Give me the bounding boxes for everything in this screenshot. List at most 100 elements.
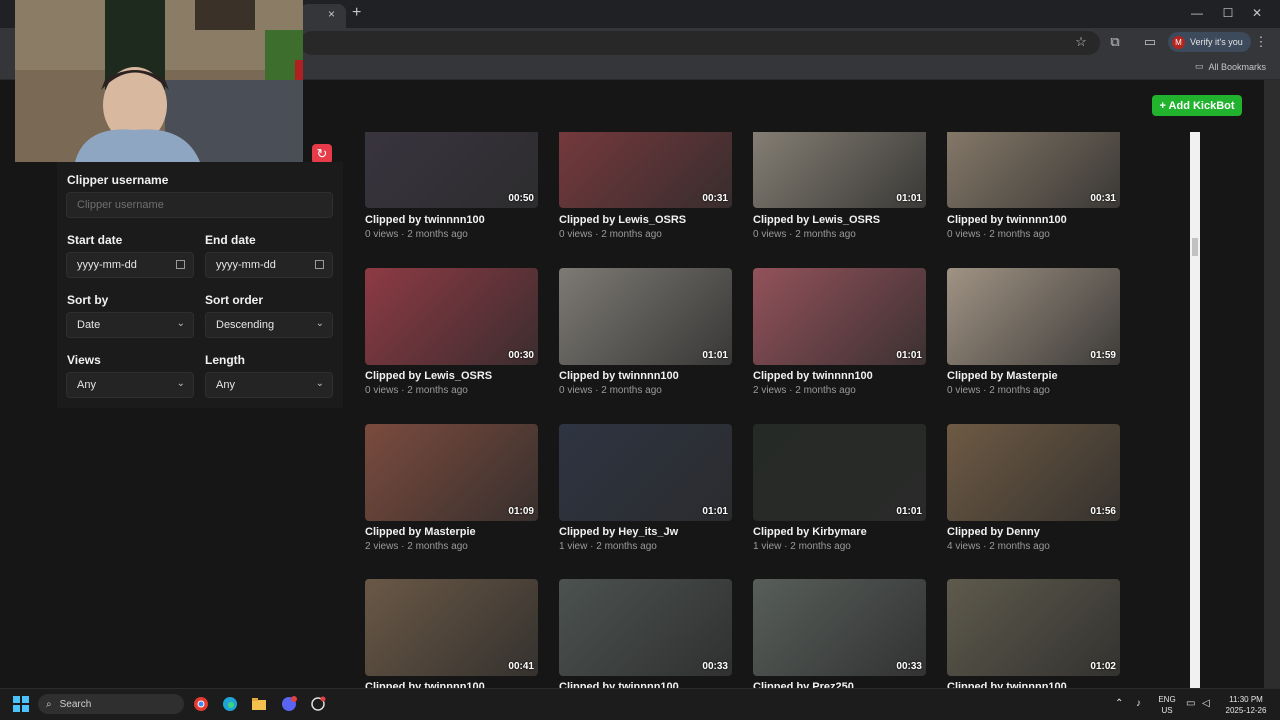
clip-meta: 0 views · 2 months ago [559,229,662,240]
folder-icon: ▭ [1194,61,1204,71]
clip-thumbnail[interactable]: 00:31 [947,132,1120,208]
clip-thumbnail[interactable]: 01:56 [947,424,1120,521]
sort-by-select[interactable]: Date ⌄ [66,312,194,338]
clip-title[interactable]: Clipped by twinnnn100 [753,370,873,382]
clip-thumbnail[interactable]: 01:01 [559,268,732,365]
start-date-input[interactable]: yyyy-mm-dd [66,252,194,278]
clip-thumbnail[interactable]: 01:01 [559,424,732,521]
clip-title[interactable]: Clipped by Kirbymare [753,526,867,538]
scrollbar-thumb[interactable] [1192,238,1198,256]
clock[interactable]: 11:30 PM 2025-12-26 [1222,694,1270,716]
clip-thumbnail[interactable]: 00:33 [753,579,926,676]
clip-title[interactable]: Clipped by Lewis_OSRS [559,214,686,226]
clip-meta: 0 views · 2 months ago [947,385,1050,396]
microphone-icon[interactable]: ♪ [1136,698,1141,709]
clip-card[interactable]: 01:09 Clipped by Masterpie 2 views · 2 mon… [365,424,538,554]
chevron-down-icon: ⌄ [176,318,185,329]
clip-duration: 00:30 [508,350,534,361]
clip-card[interactable]: 01:01 Clipped by Hey_its_Jw 1 view · 2 mon… [559,424,732,554]
clipper-username-input[interactable]: Clipper username [66,192,333,218]
menu-dots-icon[interactable]: ⋮ [1252,34,1270,50]
address-bar[interactable] [300,31,1100,55]
calendar-icon[interactable] [176,260,185,269]
clip-meta: 0 views · 2 months ago [365,385,468,396]
clip-title[interactable]: Clipped by Hey_its_Jw [559,526,678,538]
browser-tab[interactable] [300,4,346,28]
clip-title[interactable]: Clipped by Masterpie [365,526,476,538]
all-bookmarks-label: All Bookmarks [1208,61,1266,72]
clip-title[interactable]: Clipped by Prez250 [753,681,854,688]
clip-card[interactable]: 01:02 Clipped by twinnnn100 [947,579,1120,688]
clip-card[interactable]: 00:33 Clipped by twinnnn100 [559,579,732,688]
volume-icon[interactable]: ◁ [1202,698,1210,709]
extensions-icon[interactable]: ⧉ [1106,34,1124,50]
refresh-icon[interactable]: ↻ [312,144,332,164]
add-kickbot-button[interactable]: + Add KickBot [1152,95,1242,116]
clip-thumbnail[interactable]: 01:01 [753,268,926,365]
all-bookmarks-button[interactable]: ▭ All Bookmarks [1195,61,1266,72]
end-date-input[interactable]: yyyy-mm-dd [205,252,333,278]
clip-card[interactable]: 00:50 Clipped by twinnnn100 0 views · 2 mo… [365,132,538,262]
clip-card[interactable]: 00:31 Clipped by twinnnn100 0 views · 2 mo… [947,132,1120,262]
clip-card[interactable]: 01:56 Clipped by Denny 4 views · 2 months … [947,424,1120,554]
verify-profile-button[interactable]: M Verify it's you [1168,32,1251,52]
close-window-icon[interactable]: ✕ [1247,6,1267,20]
clip-card[interactable]: 00:30 Clipped by Lewis_OSRS 0 views · 2 mo… [365,268,538,398]
clip-title[interactable]: Clipped by Masterpie [947,370,1058,382]
clip-card[interactable]: 01:01 Clipped by twinnnn100 0 views · 2 mo… [559,268,732,398]
clip-duration: 01:01 [896,193,922,204]
taskbar-search[interactable]: ⌕ Search [38,694,184,714]
start-date-value: yyyy-mm-dd [77,259,137,271]
views-label: Views [67,353,101,367]
clip-grid: 00:50 Clipped by twinnnn100 0 views · 2 mo… [365,132,1125,688]
discord-icon[interactable] [281,696,297,712]
clip-thumbnail[interactable]: 00:33 [559,579,732,676]
clip-thumbnail[interactable]: 01:59 [947,268,1120,365]
clip-title[interactable]: Clipped by twinnnn100 [365,681,485,688]
new-tab-icon[interactable]: + [352,4,361,22]
views-select[interactable]: Any ⌄ [66,372,194,398]
clip-title[interactable]: Clipped by Denny [947,526,1040,538]
clip-thumbnail[interactable]: 00:41 [365,579,538,676]
clip-thumbnail[interactable]: 00:31 [559,132,732,208]
bookmark-star-icon[interactable]: ☆ [1072,34,1090,50]
clip-card[interactable]: 00:31 Clipped by Lewis_OSRS 0 views · 2 mo… [559,132,732,262]
clipper-username-label: Clipper username [67,173,169,187]
clip-thumbnail[interactable]: 01:01 [753,424,926,521]
tab-close-icon[interactable]: × [328,7,335,21]
tray-chevron-icon[interactable]: ⌃ [1115,698,1123,709]
clip-card[interactable]: 01:01 Clipped by Kirbymare 1 view · 2 mont… [753,424,926,554]
length-select[interactable]: Any ⌄ [205,372,333,398]
clip-card[interactable]: 00:41 Clipped by twinnnn100 [365,579,538,688]
network-icon[interactable]: ▭ [1186,698,1195,709]
file-explorer-icon[interactable] [251,696,267,712]
cast-icon[interactable]: ▭ [1141,34,1159,50]
clip-thumbnail[interactable]: 01:01 [753,132,926,208]
clip-thumbnail[interactable]: 00:50 [365,132,538,208]
clip-thumbnail[interactable]: 01:02 [947,579,1120,676]
clip-title[interactable]: Clipped by twinnnn100 [947,681,1067,688]
clip-card[interactable]: 01:01 Clipped by twinnnn100 2 views · 2 mo… [753,268,926,398]
maximize-icon[interactable]: ☐ [1218,6,1238,20]
clip-title[interactable]: Clipped by twinnnn100 [947,214,1067,226]
clip-title[interactable]: Clipped by twinnnn100 [365,214,485,226]
sort-order-select[interactable]: Descending ⌄ [205,312,333,338]
clip-card[interactable]: 01:59 Clipped by Masterpie 0 views · 2 mon… [947,268,1120,398]
scrollbar[interactable] [1190,132,1200,688]
clip-title[interactable]: Clipped by twinnnn100 [559,681,679,688]
app-icon[interactable] [310,696,326,712]
chevron-down-icon: ⌄ [176,378,185,389]
clip-title[interactable]: Clipped by twinnnn100 [559,370,679,382]
clip-card[interactable]: 01:01 Clipped by Lewis_OSRS 0 views · 2 mo… [753,132,926,262]
minimize-icon[interactable]: — [1187,6,1207,20]
clip-title[interactable]: Clipped by Lewis_OSRS [365,370,492,382]
windows-start-icon[interactable] [13,696,29,712]
chrome-icon[interactable] [193,696,209,712]
language-indicator[interactable]: ENG US [1156,694,1178,716]
clip-card[interactable]: 00:33 Clipped by Prez250 [753,579,926,688]
calendar-icon[interactable] [315,260,324,269]
clip-title[interactable]: Clipped by Lewis_OSRS [753,214,880,226]
clip-thumbnail[interactable]: 01:09 [365,424,538,521]
clip-thumbnail[interactable]: 00:30 [365,268,538,365]
edge-icon[interactable] [222,696,238,712]
